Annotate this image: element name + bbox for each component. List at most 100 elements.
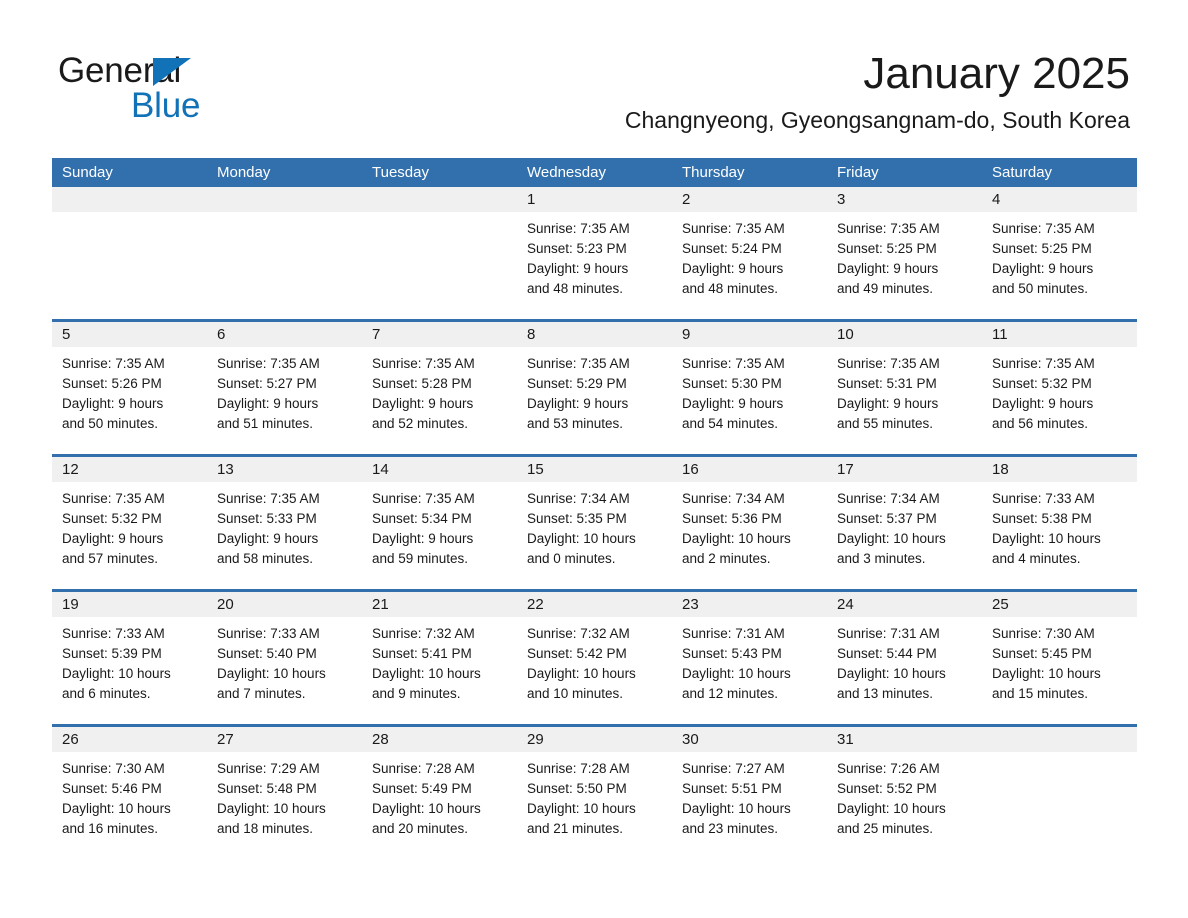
- daylight-duration-line2: and 20 minutes.: [372, 821, 469, 836]
- sunrise-time: Sunrise: 7:30 AM: [62, 761, 165, 776]
- weekday-header-saturday: Saturday: [992, 164, 1053, 181]
- day-cell-11[interactable]: 11 Sunrise: 7:35 AM Sunset: 5:32 PM Dayligh…: [982, 322, 1137, 454]
- day-number: 25: [982, 592, 1137, 617]
- day-cell-5[interactable]: 5 Sunrise: 7:35 AM Sunset: 5:26 PM Daylight…: [52, 322, 207, 454]
- day-number: 26: [52, 727, 207, 752]
- general-blue-logo[interactable]: General Blue: [58, 52, 378, 125]
- daylight-duration-line1: Daylight: 9 hours: [62, 531, 164, 546]
- day-cell-1[interactable]: 1 Sunrise: 7:35 AM Sunset: 5:23 PM Daylight…: [517, 187, 672, 319]
- daylight-duration-line2: and 7 minutes.: [217, 686, 306, 701]
- daylight-duration-line2: and 54 minutes.: [682, 416, 779, 431]
- day-cell-29[interactable]: 29 Sunrise: 7:28 AM Sunset: 5:50 PM Dayligh…: [517, 727, 672, 859]
- daylight-duration-line1: Daylight: 9 hours: [837, 261, 939, 276]
- day-cell-6[interactable]: 6 Sunrise: 7:35 AM Sunset: 5:27 PM Daylight…: [207, 322, 362, 454]
- day-cell-23[interactable]: 23 Sunrise: 7:31 AM Sunset: 5:43 PM Dayligh…: [672, 592, 827, 724]
- sunset-time: Sunset: 5:44 PM: [837, 646, 937, 661]
- calendar-weeks: 1 Sunrise: 7:35 AM Sunset: 5:23 PM Daylight…: [52, 187, 1137, 859]
- sunset-time: Sunset: 5:32 PM: [62, 511, 162, 526]
- daylight-duration-line2: and 6 minutes.: [62, 686, 151, 701]
- day-details: Sunrise: 7:32 AM Sunset: 5:41 PM Daylight:…: [362, 617, 517, 704]
- day-cell-30[interactable]: 30 Sunrise: 7:27 AM Sunset: 5:51 PM Dayligh…: [672, 727, 827, 859]
- day-cell-31[interactable]: 31 Sunrise: 7:26 AM Sunset: 5:52 PM Dayligh…: [827, 727, 982, 859]
- sunset-time: Sunset: 5:27 PM: [217, 376, 317, 391]
- day-number: 23: [672, 592, 827, 617]
- day-cell-24[interactable]: 24 Sunrise: 7:31 AM Sunset: 5:44 PM Dayligh…: [827, 592, 982, 724]
- day-cell-26[interactable]: 26 Sunrise: 7:30 AM Sunset: 5:46 PM Dayligh…: [52, 727, 207, 859]
- day-details: Sunrise: 7:35 AM Sunset: 5:23 PM Daylight:…: [517, 212, 672, 299]
- daylight-duration-line1: Daylight: 9 hours: [837, 396, 939, 411]
- sunrise-time: Sunrise: 7:31 AM: [837, 626, 940, 641]
- day-cell-16[interactable]: 16 Sunrise: 7:34 AM Sunset: 5:36 PM Dayligh…: [672, 457, 827, 589]
- sunrise-time: Sunrise: 7:35 AM: [992, 356, 1095, 371]
- sunrise-time: Sunrise: 7:26 AM: [837, 761, 940, 776]
- day-cell-4[interactable]: 4 Sunrise: 7:35 AM Sunset: 5:25 PM Daylight…: [982, 187, 1137, 319]
- day-number: 21: [362, 592, 517, 617]
- sunset-time: Sunset: 5:34 PM: [372, 511, 472, 526]
- day-cell-14[interactable]: 14 Sunrise: 7:35 AM Sunset: 5:34 PM Dayligh…: [362, 457, 517, 589]
- sunrise-time: Sunrise: 7:33 AM: [217, 626, 320, 641]
- day-cell-10[interactable]: 10 Sunrise: 7:35 AM Sunset: 5:31 PM Dayligh…: [827, 322, 982, 454]
- day-number: 1: [517, 187, 672, 212]
- sunrise-time: Sunrise: 7:30 AM: [992, 626, 1095, 641]
- daylight-duration-line1: Daylight: 10 hours: [62, 666, 171, 681]
- calendar-week-row: 26 Sunrise: 7:30 AM Sunset: 5:46 PM Dayligh…: [52, 724, 1137, 859]
- sunrise-time: Sunrise: 7:34 AM: [682, 491, 785, 506]
- day-cell-8[interactable]: 8 Sunrise: 7:35 AM Sunset: 5:29 PM Daylight…: [517, 322, 672, 454]
- weekday-header-wednesday: Wednesday: [527, 164, 606, 181]
- daylight-duration-line2: and 49 minutes.: [837, 281, 934, 296]
- daylight-duration-line2: and 59 minutes.: [372, 551, 469, 566]
- sunrise-time: Sunrise: 7:33 AM: [992, 491, 1095, 506]
- daylight-duration-line1: Daylight: 10 hours: [527, 666, 636, 681]
- day-number: 2: [672, 187, 827, 212]
- day-cell-15[interactable]: 15 Sunrise: 7:34 AM Sunset: 5:35 PM Dayligh…: [517, 457, 672, 589]
- day-details: Sunrise: 7:35 AM Sunset: 5:28 PM Daylight:…: [362, 347, 517, 434]
- daylight-duration-line1: Daylight: 10 hours: [682, 801, 791, 816]
- sunrise-time: Sunrise: 7:34 AM: [527, 491, 630, 506]
- sunset-time: Sunset: 5:40 PM: [217, 646, 317, 661]
- day-details: Sunrise: 7:35 AM Sunset: 5:33 PM Daylight:…: [207, 482, 362, 569]
- daylight-duration-line1: Daylight: 10 hours: [527, 531, 636, 546]
- day-cell-19[interactable]: 19 Sunrise: 7:33 AM Sunset: 5:39 PM Dayligh…: [52, 592, 207, 724]
- day-number: 16: [672, 457, 827, 482]
- sunrise-time: Sunrise: 7:35 AM: [217, 356, 320, 371]
- sunset-time: Sunset: 5:42 PM: [527, 646, 627, 661]
- day-number: [52, 187, 207, 212]
- daylight-duration-line1: Daylight: 10 hours: [372, 801, 481, 816]
- daylight-duration-line2: and 51 minutes.: [217, 416, 314, 431]
- calendar-week-row: 5 Sunrise: 7:35 AM Sunset: 5:26 PM Daylight…: [52, 319, 1137, 454]
- day-cell-18[interactable]: 18 Sunrise: 7:33 AM Sunset: 5:38 PM Dayligh…: [982, 457, 1137, 589]
- day-cell-9[interactable]: 9 Sunrise: 7:35 AM Sunset: 5:30 PM Daylight…: [672, 322, 827, 454]
- day-cell-3[interactable]: 3 Sunrise: 7:35 AM Sunset: 5:25 PM Daylight…: [827, 187, 982, 319]
- day-details: Sunrise: 7:35 AM Sunset: 5:25 PM Daylight:…: [827, 212, 982, 299]
- day-cell-27[interactable]: 27 Sunrise: 7:29 AM Sunset: 5:48 PM Dayligh…: [207, 727, 362, 859]
- day-cell-7[interactable]: 7 Sunrise: 7:35 AM Sunset: 5:28 PM Daylight…: [362, 322, 517, 454]
- daylight-duration-line2: and 9 minutes.: [372, 686, 461, 701]
- sunrise-time: Sunrise: 7:35 AM: [217, 491, 320, 506]
- sunset-time: Sunset: 5:32 PM: [992, 376, 1092, 391]
- day-cell-2[interactable]: 2 Sunrise: 7:35 AM Sunset: 5:24 PM Daylight…: [672, 187, 827, 319]
- daylight-duration-line2: and 48 minutes.: [527, 281, 624, 296]
- daylight-duration-line2: and 48 minutes.: [682, 281, 779, 296]
- day-cell-20[interactable]: 20 Sunrise: 7:33 AM Sunset: 5:40 PM Dayligh…: [207, 592, 362, 724]
- day-cell-22[interactable]: 22 Sunrise: 7:32 AM Sunset: 5:42 PM Dayligh…: [517, 592, 672, 724]
- daylight-duration-line1: Daylight: 9 hours: [62, 396, 164, 411]
- day-details: Sunrise: 7:31 AM Sunset: 5:44 PM Daylight:…: [827, 617, 982, 704]
- daylight-duration-line1: Daylight: 10 hours: [837, 666, 946, 681]
- day-cell-25[interactable]: 25 Sunrise: 7:30 AM Sunset: 5:45 PM Dayligh…: [982, 592, 1137, 724]
- daylight-duration-line1: Daylight: 9 hours: [372, 531, 474, 546]
- daylight-duration-line1: Daylight: 10 hours: [992, 666, 1101, 681]
- day-number: 18: [982, 457, 1137, 482]
- day-details: Sunrise: 7:35 AM Sunset: 5:24 PM Daylight:…: [672, 212, 827, 299]
- sunset-time: Sunset: 5:29 PM: [527, 376, 627, 391]
- day-cell-28[interactable]: 28 Sunrise: 7:28 AM Sunset: 5:49 PM Dayligh…: [362, 727, 517, 859]
- sunset-time: Sunset: 5:35 PM: [527, 511, 627, 526]
- sunrise-time: Sunrise: 7:35 AM: [527, 356, 630, 371]
- day-number: 6: [207, 322, 362, 347]
- day-cell-21[interactable]: 21 Sunrise: 7:32 AM Sunset: 5:41 PM Dayligh…: [362, 592, 517, 724]
- sunrise-time: Sunrise: 7:32 AM: [527, 626, 630, 641]
- day-cell-12[interactable]: 12 Sunrise: 7:35 AM Sunset: 5:32 PM Dayligh…: [52, 457, 207, 589]
- sunrise-time: Sunrise: 7:28 AM: [372, 761, 475, 776]
- day-details: Sunrise: 7:35 AM Sunset: 5:31 PM Daylight:…: [827, 347, 982, 434]
- day-cell-17[interactable]: 17 Sunrise: 7:34 AM Sunset: 5:37 PM Dayligh…: [827, 457, 982, 589]
- day-cell-13[interactable]: 13 Sunrise: 7:35 AM Sunset: 5:33 PM Dayligh…: [207, 457, 362, 589]
